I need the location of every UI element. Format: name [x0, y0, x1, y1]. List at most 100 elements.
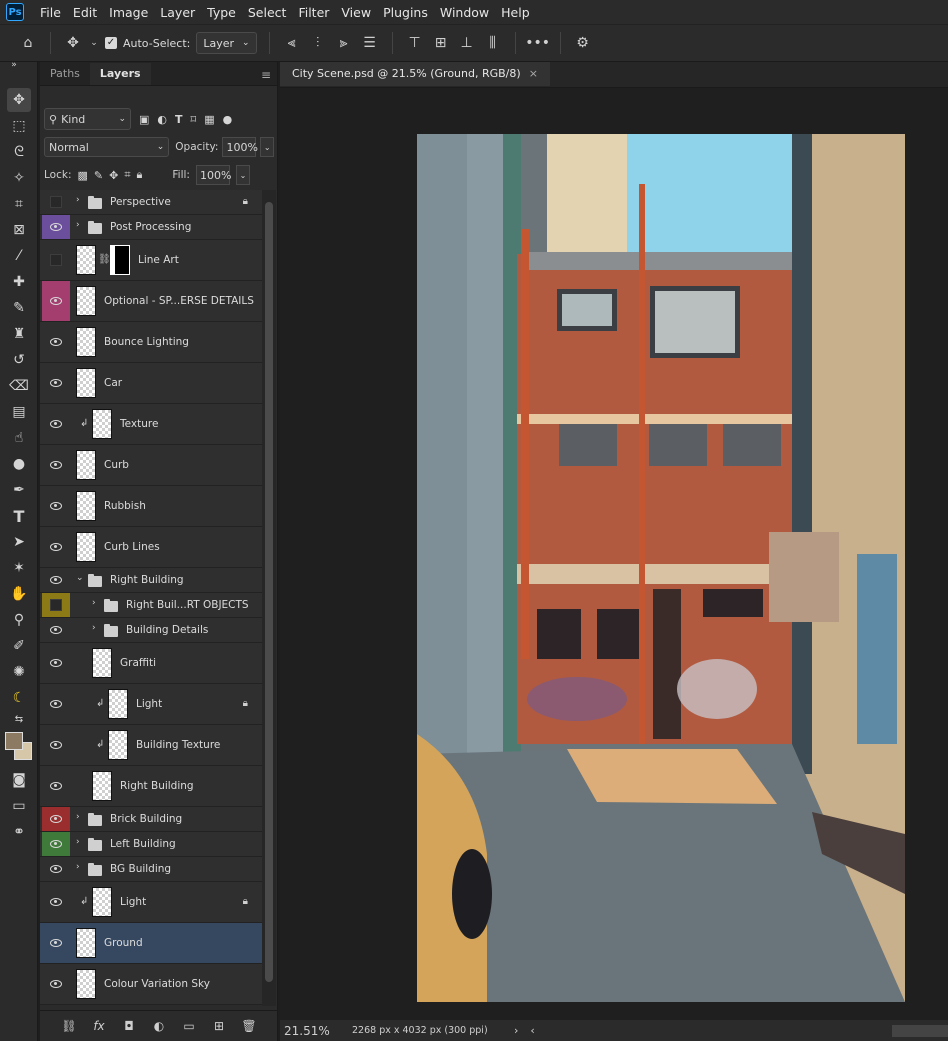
lock-pixels-icon[interactable]: ✎ [94, 169, 103, 182]
new-group-icon[interactable]: ▭ [181, 1018, 197, 1034]
visibility-toggle[interactable] [42, 923, 70, 963]
filter-kind-dropdown[interactable]: ⚲ Kind ⌄ [44, 108, 131, 130]
align-right-icon[interactable]: ⫸ [334, 33, 354, 53]
layer-row[interactable]: Right Building [40, 766, 262, 807]
visibility-toggle[interactable] [42, 807, 70, 831]
lock-all-icon[interactable]: 🔒︎ [137, 168, 143, 182]
fill-input[interactable]: 100% [195, 165, 231, 185]
type-tool-icon[interactable]: T [7, 504, 31, 528]
layer-row[interactable]: › Right Buil...RT OBJECTS [40, 593, 262, 618]
magic-wand-tool-icon[interactable]: ✧ [7, 166, 31, 190]
screen-mode-icon[interactable]: ▭ [7, 794, 31, 818]
menu-type[interactable]: Type [201, 5, 242, 20]
visibility-toggle[interactable] [42, 725, 70, 765]
visibility-toggle[interactable] [42, 766, 70, 806]
visibility-toggle[interactable] [42, 832, 70, 856]
lasso-tool-icon[interactable]: ᘓ [7, 140, 31, 164]
layer-row[interactable]: ↲ Texture [40, 404, 262, 445]
tab-paths[interactable]: Paths [40, 63, 90, 85]
shape-tool-icon[interactable]: ✶ [7, 556, 31, 580]
move-tool-icon[interactable]: ✥ [63, 33, 83, 53]
visibility-toggle[interactable] [42, 882, 70, 922]
path-selection-tool-icon[interactable]: ➤ [7, 530, 31, 554]
history-brush-tool-icon[interactable]: ↺ [7, 348, 31, 372]
new-layer-icon[interactable]: ⊞ [211, 1018, 227, 1034]
document-info[interactable]: 2268 px x 4032 px (300 ppi) [352, 1025, 502, 1036]
menu-layer[interactable]: Layer [154, 5, 201, 20]
layer-thumbnail[interactable] [76, 928, 96, 958]
layer-row[interactable]: Bounce Lighting [40, 322, 262, 363]
layer-row[interactable]: › Brick Building [40, 807, 262, 832]
chevron-right-icon[interactable]: › [76, 812, 80, 822]
ai-tool-icon[interactable]: ✺ [7, 660, 31, 684]
visibility-toggle[interactable] [42, 190, 70, 214]
menu-filter[interactable]: Filter [292, 5, 335, 20]
filter-smart-object-icon[interactable]: ▦ [204, 113, 214, 126]
chevron-down-icon[interactable]: ⌄ [76, 573, 84, 583]
gear-icon[interactable]: ⚙ [573, 33, 593, 53]
layer-row[interactable]: ↲ Light 🔒︎ [40, 684, 262, 725]
layer-row[interactable]: Graffiti [40, 643, 262, 684]
layer-style-fx-icon[interactable]: fx [91, 1018, 107, 1034]
visibility-toggle[interactable] [42, 240, 70, 280]
more-options-icon[interactable]: ••• [525, 33, 550, 53]
layer-row[interactable]: Colour Variation Sky [40, 964, 262, 1005]
layer-thumbnail[interactable] [76, 286, 96, 316]
visibility-toggle[interactable] [42, 527, 70, 567]
layer-thumbnail[interactable] [92, 887, 112, 917]
visibility-toggle[interactable] [42, 486, 70, 526]
align-middle-icon[interactable]: ⊞ [431, 33, 451, 53]
chevron-left-icon[interactable]: ‹ [530, 1024, 534, 1037]
foreground-color-swatch[interactable] [5, 732, 23, 750]
chevron-down-icon[interactable]: ⌄ [235, 165, 250, 185]
align-left-icon[interactable]: ⫷ [282, 33, 302, 53]
menu-edit[interactable]: Edit [67, 5, 103, 20]
layer-thumbnail[interactable] [76, 450, 96, 480]
layer-row[interactable]: ⛓ Line Art [40, 240, 262, 281]
panel-menu-icon[interactable]: ≡ [261, 68, 271, 82]
chevron-right-icon[interactable]: › [76, 195, 80, 205]
menu-plugins[interactable]: Plugins [377, 5, 434, 20]
document-tab[interactable]: City Scene.psd @ 21.5% (Ground, RGB/8) × [280, 62, 550, 86]
align-top-icon[interactable]: ⊤ [405, 33, 425, 53]
layer-thumbnail[interactable] [76, 491, 96, 521]
layer-thumbnail[interactable] [76, 368, 96, 398]
filter-toggle-icon[interactable]: ● [223, 113, 233, 126]
chevron-right-icon[interactable]: › [92, 623, 96, 633]
layer-row[interactable]: Curb [40, 445, 262, 486]
opacity-input[interactable]: 100% [222, 137, 258, 157]
visibility-toggle[interactable] [42, 857, 70, 881]
align-bottom-icon[interactable]: ⊥ [457, 33, 477, 53]
visibility-toggle[interactable] [42, 215, 70, 239]
layer-row[interactable]: › Perspective 🔒︎ [40, 190, 262, 215]
filter-adjustment-icon[interactable]: ◐ [157, 113, 167, 126]
pen-tool-icon[interactable]: ✒ [7, 478, 31, 502]
layer-thumbnail[interactable] [76, 969, 96, 999]
layer-thumbnail[interactable] [76, 327, 96, 357]
menu-file[interactable]: File [34, 5, 67, 20]
filter-type-icon[interactable]: T [175, 113, 183, 126]
eraser-tool-icon[interactable]: ⌫ [7, 374, 31, 398]
layer-mask-thumbnail[interactable] [110, 245, 130, 275]
distribute-vertical-icon[interactable]: ⫼ [483, 33, 503, 53]
layer-row[interactable]: › Left Building [40, 832, 262, 857]
layer-thumbnail[interactable] [108, 730, 128, 760]
layer-row[interactable]: › Post Processing [40, 215, 262, 240]
visibility-toggle[interactable] [42, 593, 70, 617]
horizontal-scrollbar[interactable] [892, 1024, 948, 1037]
layer-thumbnail[interactable] [76, 532, 96, 562]
lock-artboard-icon[interactable]: ⌗ [124, 168, 130, 182]
visibility-toggle[interactable] [42, 281, 70, 321]
menu-image[interactable]: Image [103, 5, 154, 20]
eyedropper-tool-icon[interactable]: ⁄ [7, 244, 31, 268]
marquee-tool-icon[interactable]: ⬚ [7, 114, 31, 138]
share-icon[interactable]: ⚭ [7, 820, 31, 844]
scrollbar-thumb[interactable] [265, 202, 273, 982]
auto-select-target-dropdown[interactable]: Layer ⌄ [196, 32, 257, 54]
gradient-tool-icon[interactable]: ▤ [7, 400, 31, 424]
layer-thumbnail[interactable] [92, 771, 112, 801]
menu-select[interactable]: Select [242, 5, 293, 20]
layer-thumbnail[interactable] [92, 409, 112, 439]
collapse-icon[interactable]: » [2, 58, 26, 72]
chevron-right-icon[interactable]: › [76, 837, 80, 847]
